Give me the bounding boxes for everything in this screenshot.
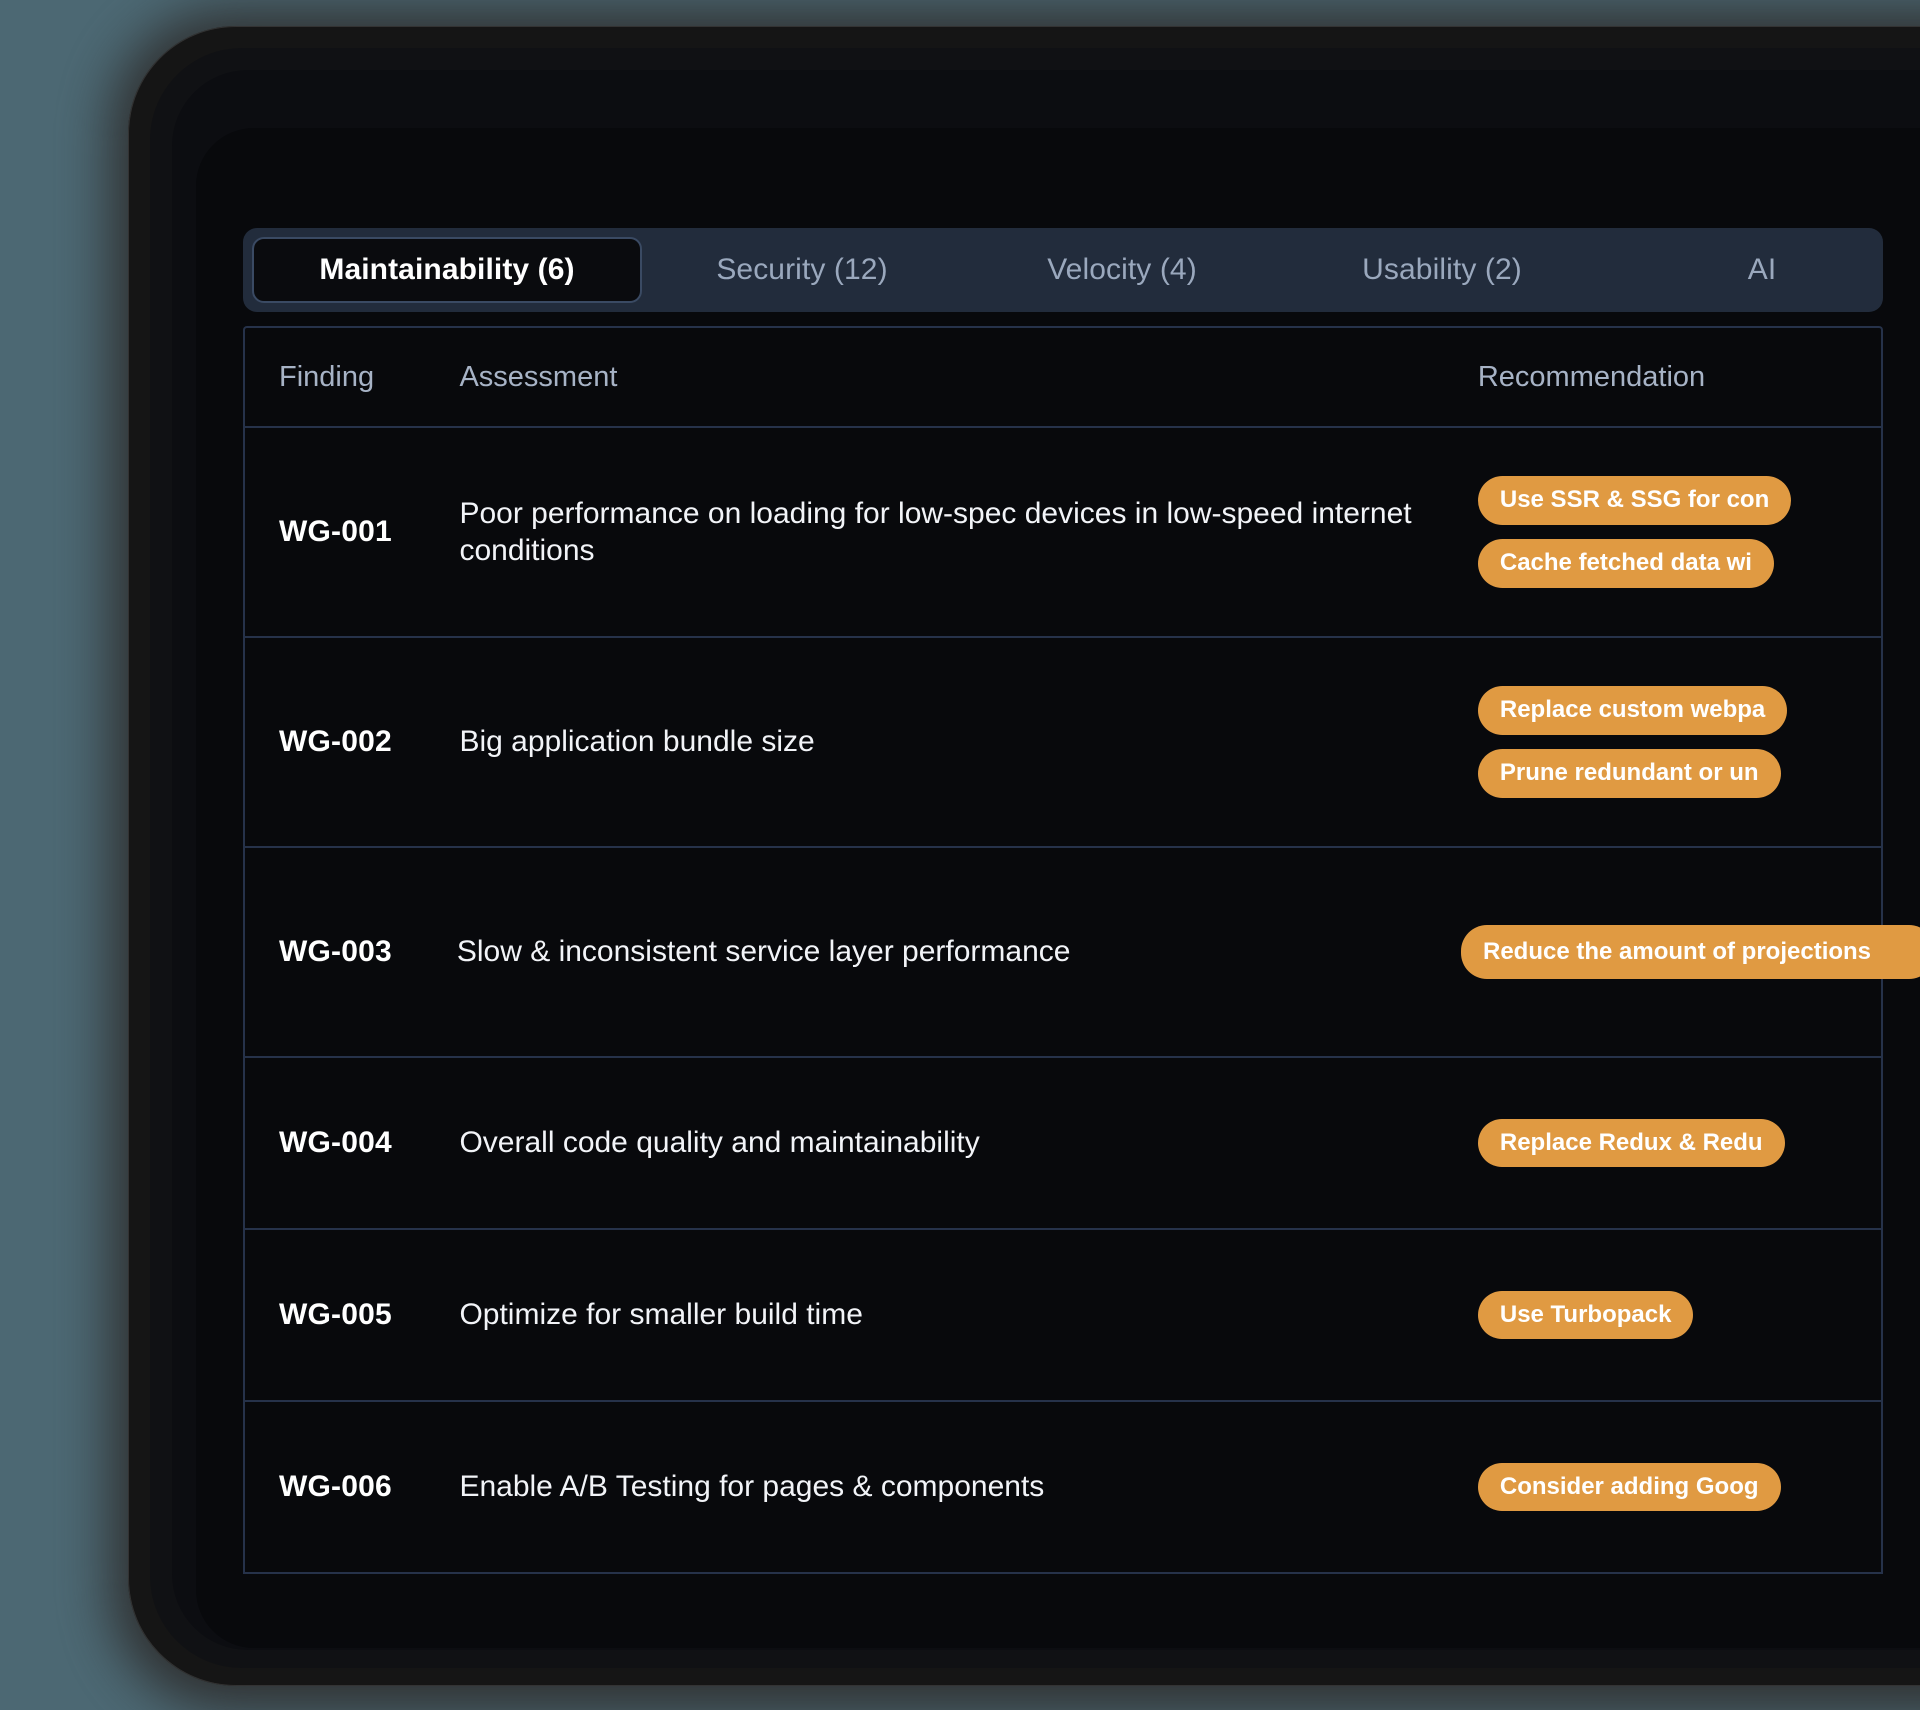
tab-usability[interactable]: Usability (2) (1282, 237, 1602, 303)
cell-finding-id: WG-006 (245, 1470, 459, 1504)
findings-table: Finding Assessment Recommendation WG-001… (243, 326, 1883, 1574)
cell-assessment: Enable A/B Testing for pages & component… (459, 1468, 1477, 1506)
tab-maintainability[interactable]: Maintainability (6) (252, 237, 642, 303)
cell-finding-id: WG-005 (245, 1298, 459, 1332)
findings-panel: Maintainability (6) Security (12) Veloci… (243, 228, 1920, 1574)
tab-label: Usability (2) (1362, 253, 1522, 286)
recommendation-badge[interactable]: Prune redundant or un (1478, 749, 1781, 798)
cell-assessment: Optimize for smaller build time (459, 1296, 1477, 1334)
cell-recommendations: Replace custom webpa Prune redundant or … (1478, 686, 1881, 797)
tab-ai[interactable]: AI (1602, 237, 1920, 303)
table-row[interactable]: WG-006 Enable A/B Testing for pages & co… (245, 1402, 1881, 1574)
cell-finding-id: WG-001 (245, 515, 459, 549)
cell-finding-id: WG-004 (245, 1126, 459, 1160)
recommendation-badge[interactable]: Replace custom webpa (1478, 686, 1787, 735)
cell-finding-id: WG-002 (245, 725, 459, 759)
cell-assessment: Slow & inconsistent service layer perfor… (457, 933, 1461, 971)
cell-assessment: Overall code quality and maintainability (459, 1124, 1477, 1162)
column-header-assessment: Assessment (459, 361, 1477, 394)
tab-security[interactable]: Security (12) (642, 237, 962, 303)
cell-recommendations: Consider adding Goog (1478, 1463, 1881, 1512)
table-row[interactable]: WG-005 Optimize for smaller build time U… (245, 1230, 1881, 1402)
cell-recommendations: Reduce the amount of projections (1461, 925, 1881, 980)
tab-label: Maintainability (6) (319, 253, 574, 286)
recommendation-badge[interactable]: Consider adding Goog (1478, 1463, 1781, 1512)
tab-label: Security (12) (716, 253, 887, 286)
cell-recommendations: Replace Redux & Redu (1478, 1119, 1881, 1168)
cell-recommendations: Use SSR & SSG for con Cache fetched data… (1478, 476, 1881, 587)
cell-recommendations: Use Turbopack (1478, 1291, 1881, 1340)
table-row[interactable]: WG-004 Overall code quality and maintain… (245, 1058, 1881, 1230)
tab-label: AI (1748, 253, 1777, 286)
table-row[interactable]: WG-003 Slow & inconsistent service layer… (245, 848, 1881, 1058)
recommendation-badge[interactable]: Replace Redux & Redu (1478, 1119, 1785, 1168)
column-header-finding: Finding (245, 361, 459, 394)
cell-assessment: Poor performance on loading for low-spec… (459, 495, 1477, 570)
table-row[interactable]: WG-002 Big application bundle size Repla… (245, 638, 1881, 848)
table-row[interactable]: WG-001 Poor performance on loading for l… (245, 428, 1881, 638)
category-tabbar: Maintainability (6) Security (12) Veloci… (243, 228, 1883, 312)
recommendation-badge[interactable]: Reduce the amount of projections (1461, 925, 1920, 980)
column-header-recommendation: Recommendation (1478, 361, 1881, 394)
recommendation-badge[interactable]: Use Turbopack (1478, 1291, 1694, 1340)
recommendation-badge[interactable]: Use SSR & SSG for con (1478, 476, 1791, 525)
screenshot-stage: Maintainability (6) Security (12) Veloci… (0, 0, 1920, 1463)
cell-assessment: Big application bundle size (459, 723, 1477, 761)
table-header-row: Finding Assessment Recommendation (245, 328, 1881, 428)
recommendation-badge[interactable]: Cache fetched data wi (1478, 539, 1774, 588)
device-screen: Maintainability (6) Security (12) Veloci… (196, 128, 1920, 1648)
tab-label: Velocity (4) (1047, 253, 1197, 286)
cell-finding-id: WG-003 (245, 935, 457, 969)
tab-velocity[interactable]: Velocity (4) (962, 237, 1282, 303)
